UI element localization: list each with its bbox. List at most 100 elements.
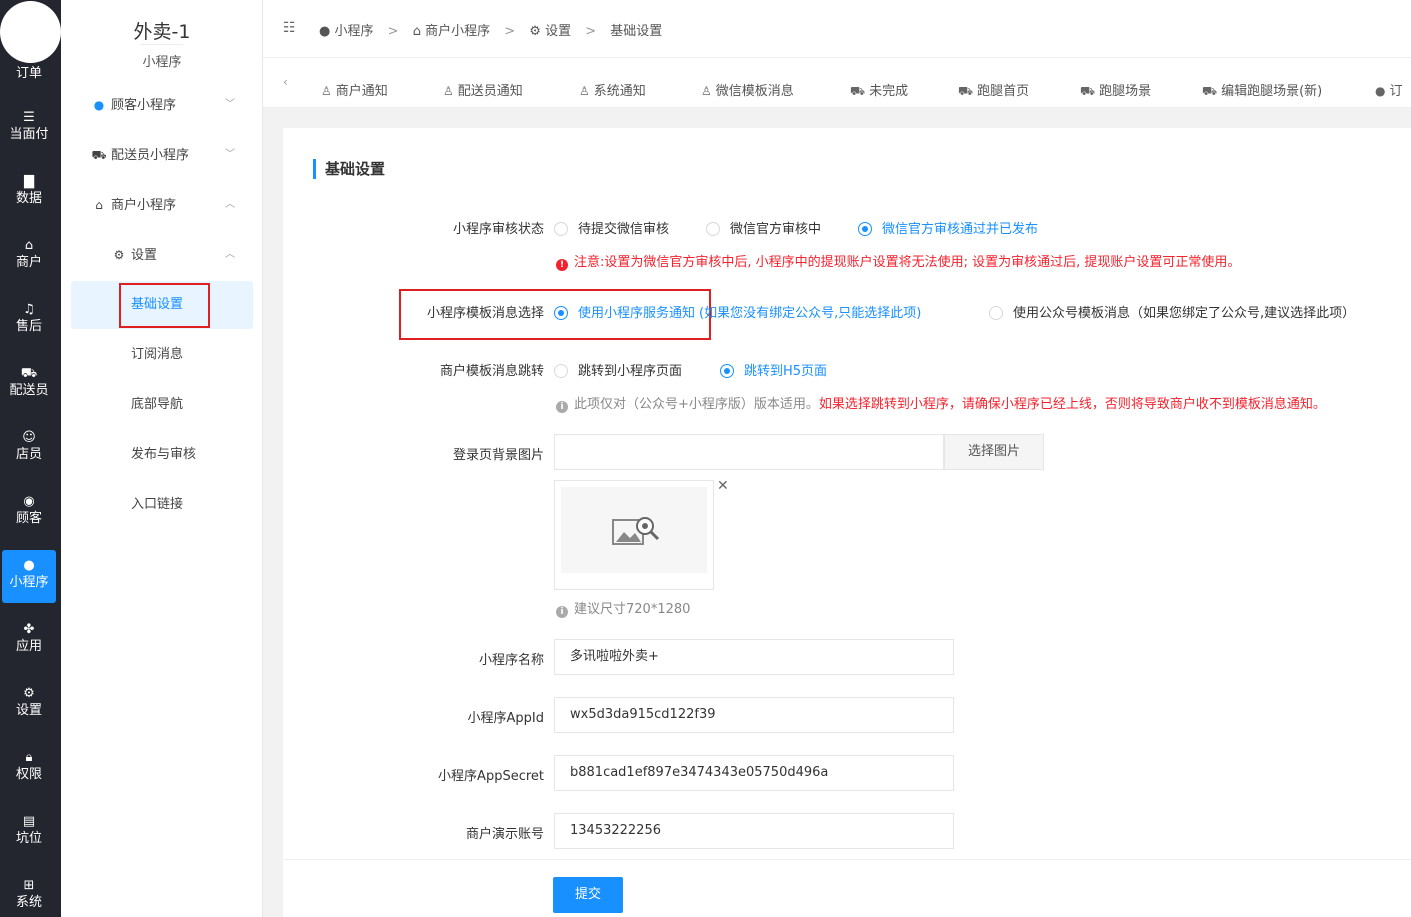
rail-item-staff[interactable]: ☺ 店员 [2, 422, 56, 475]
nav-label: 商户小程序 [111, 198, 177, 213]
rail-item-pay[interactable]: ☰ 当面付 [2, 102, 56, 155]
gear-icon: ⚙ [529, 24, 541, 39]
nav-publish-review[interactable]: 发布与审核 [71, 431, 253, 479]
wechat-icon: ● [319, 24, 331, 39]
radio-hint: (如果您没有绑定公众号,只能选择此项) [699, 306, 922, 321]
rail-item-label: 数据 [15, 191, 42, 206]
top-bar: ☷ ● 小程序 > ⌂ 商户小程序 > ⚙ 设置 > 基础设置 [263, 0, 1411, 58]
nav-label: 订阅消息 [131, 347, 184, 362]
rail-item-label: 店员 [15, 447, 42, 462]
tab-errand-scene[interactable]: ⛟ 跑腿场景 [1080, 80, 1151, 100]
breadcrumb-item[interactable]: 设置 [545, 24, 571, 39]
form-footer: 提交 [283, 859, 1411, 917]
rail-item-label: 订单 [15, 66, 42, 81]
tab-unfinished[interactable]: ⛟ 未完成 [850, 80, 908, 100]
radio-label: 使用小程序服务通知 [578, 306, 696, 321]
lock-icon: 🔒︎ [25, 750, 33, 765]
radio-label: 待提交微信审核 [578, 222, 670, 237]
tab-label: 配送员通知 [457, 84, 523, 99]
user-icon: ♙ [579, 84, 590, 98]
tab-label: 跑腿场景 [1099, 84, 1152, 99]
choose-image-button[interactable]: 选择图片 [944, 434, 1044, 470]
note-warning: 如果选择跳转到小程序，请确保小程序已经上线，否则将导致商户收不到模板消息通知。 [818, 397, 1326, 412]
bg-image-input[interactable] [554, 434, 944, 470]
store-icon: ⌂ [95, 198, 103, 212]
chevron-up-icon: ︿ [225, 249, 235, 260]
nav-subscribe-message[interactable]: 订阅消息 [71, 331, 253, 379]
jump-note: i 此项仅对（公众号+小程序版）版本适用。如果选择跳转到小程序，请确保小程序已经上… [556, 393, 1326, 413]
truck-icon: ⛟ [1202, 84, 1218, 98]
audit-status-label: 小程序审核状态 [452, 222, 544, 237]
nav-settings[interactable]: ⚙ 设置 ︿ [71, 231, 253, 279]
breadcrumb-item: 基础设置 [610, 24, 663, 39]
rail-item-merchant[interactable]: ⌂ 商户 [2, 230, 56, 283]
rail-item-rider[interactable]: ⛟ 配送员 [2, 358, 56, 411]
tab-rider-notice[interactable]: ♙ 配送员通知 [443, 80, 523, 99]
rail-item-apps[interactable]: ✤ 应用 [2, 614, 56, 667]
title-divider [141, 44, 183, 45]
breadcrumb-item[interactable]: 商户小程序 [425, 24, 490, 39]
template-radio-service[interactable]: 使用小程序服务通知 (如果您没有绑定公众号,只能选择此项) [554, 302, 921, 321]
rail-item-settings[interactable]: ⚙ 设置 [2, 678, 56, 731]
audit-radio-pending[interactable]: 待提交微信审核 [554, 218, 669, 237]
nav-label: 设置 [131, 248, 158, 263]
tab-subscribe[interactable]: ● 订 [1375, 80, 1403, 99]
appid-input[interactable]: wx5d3da915cd122f39 [554, 697, 954, 733]
main-rail: 订单 ☰ 当面付 ▇ 数据 ⌂ 商户 ♫ 售后 ⛟ 配送员 ☺ 店员 ◉ 顾客 … [0, 0, 61, 917]
store-icon: ⌂ [24, 238, 34, 253]
jump-radio-h5[interactable]: 跳转到H5页面 [720, 360, 827, 379]
appsecret-label: 小程序AppSecret [438, 769, 544, 784]
rail-item-miniprogram[interactable]: ● 小程序 [2, 550, 56, 603]
image-placeholder-icon [612, 517, 660, 545]
rail-item-label: 售后 [15, 319, 42, 334]
breadcrumb-separator: > [585, 24, 597, 39]
rail-item-customer[interactable]: ◉ 顾客 [2, 486, 56, 539]
image-placeholder [561, 487, 707, 573]
content-card: 基础设置 小程序审核状态 待提交微信审核 微信官方审核中 微信官方审核通过并已发… [283, 128, 1411, 917]
bg-image-label: 登录页背景图片 [452, 448, 544, 463]
jump-radio-miniprogram[interactable]: 跳转到小程序页面 [554, 360, 682, 379]
nav-label: 底部导航 [131, 397, 184, 412]
submit-button[interactable]: 提交 [553, 877, 623, 913]
gear-icon: ⚙ [113, 248, 125, 262]
rail-item-aftersale[interactable]: ♫ 售后 [2, 294, 56, 347]
rail-item-data[interactable]: ▇ 数据 [2, 166, 56, 219]
radio-dot [989, 306, 1003, 320]
nav-rider-miniprogram[interactable]: ⛟ 配送员小程序 ﹀ [71, 131, 253, 179]
mp-name-input[interactable]: 多讯啦啦外卖+ [554, 639, 954, 675]
appsecret-input[interactable]: b881cad1ef897e3474343e05750d496a [554, 755, 954, 791]
highlight-box [119, 283, 210, 328]
rail-item-permission[interactable]: 🔒︎ 权限 [2, 742, 56, 795]
rail-item-label: 配送员 [9, 383, 49, 398]
tab-merchant-notice[interactable]: ♙ 商户通知 [321, 80, 388, 99]
rail-item-label: 应用 [15, 639, 42, 654]
collapse-menu-icon[interactable]: ☷ [283, 20, 296, 36]
breadcrumb-item[interactable]: 小程序 [334, 24, 373, 39]
tab-system-notice[interactable]: ♙ 系统通知 [579, 80, 646, 99]
template-radio-official[interactable]: 使用公众号模板消息（如果您绑定了公众号,建议选择此项） [989, 302, 1355, 321]
radio-dot [554, 306, 568, 320]
nav-merchant-miniprogram[interactable]: ⌂ 商户小程序 ︿ [71, 181, 253, 229]
tab-errand-home[interactable]: ⛟ 跑腿首页 [958, 80, 1029, 100]
nav-customer-miniprogram[interactable]: ● 顾客小程序 ﹀ [71, 81, 253, 129]
audit-radio-reviewing[interactable]: 微信官方审核中 [706, 218, 821, 237]
rail-item-orders[interactable]: 订单 [2, 0, 56, 81]
nav-bottom-navigation[interactable]: 底部导航 [71, 381, 253, 429]
rail-item-system[interactable]: ⊞ 系统 [2, 870, 56, 917]
audit-radio-published[interactable]: 微信官方审核通过并已发布 [858, 218, 1038, 237]
exclamation-icon: ! [556, 259, 568, 271]
rail-item-slot[interactable]: ▤ 坑位 [2, 806, 56, 859]
radio-label: 使用公众号模板消息（如果您绑定了公众号,建议选择此项） [1013, 306, 1356, 321]
chevron-up-icon: ︿ [225, 199, 235, 210]
tab-prev-icon[interactable]: ‹ [283, 75, 288, 89]
tab-wechat-template[interactable]: ♙ 微信模板消息 [701, 80, 794, 99]
demo-account-input[interactable]: 13453222256 [554, 813, 954, 849]
close-icon[interactable]: ✕ [717, 478, 729, 494]
tab-bar: ‹ ♙ 商户通知 ♙ 配送员通知 ♙ 系统通知 ♙ 微信模板消息 ⛟ 未完成 ⛟ 跑腿首页 … [263, 58, 1411, 108]
radio-label: 微信官方审核通过并已发布 [882, 222, 1039, 237]
image-preview [554, 480, 714, 590]
nav-entry-link[interactable]: 入口链接 [71, 481, 253, 529]
tab-edit-errand-scene[interactable]: ⛟ 编辑跑腿场景(新) [1202, 80, 1322, 100]
user-icon: ♙ [701, 84, 712, 98]
windows-icon: ⊞ [23, 878, 35, 893]
